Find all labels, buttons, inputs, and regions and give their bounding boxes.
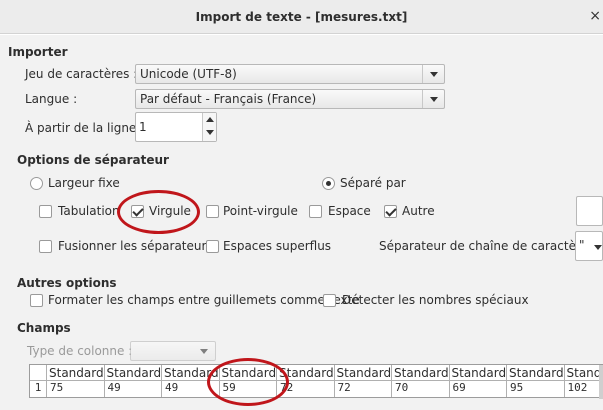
space-checkbox[interactable] bbox=[309, 205, 322, 218]
string-delimiter-label: Séparateur de chaîne de caractères : bbox=[379, 239, 603, 253]
semicolon-label[interactable]: Point-virgule bbox=[223, 204, 298, 218]
string-delimiter-value: " bbox=[579, 238, 585, 252]
title-bar: Import de texte - [mesures.txt] × bbox=[0, 0, 603, 34]
fixed-width-radio[interactable] bbox=[30, 177, 43, 190]
separator-heading: Options de séparateur bbox=[17, 153, 169, 167]
special-numbers-checkbox[interactable] bbox=[323, 294, 336, 307]
string-delimiter-select[interactable]: " bbox=[575, 231, 603, 261]
chevron-up-icon[interactable] bbox=[206, 117, 214, 122]
spinner-buttons[interactable] bbox=[202, 113, 216, 141]
grid-column[interactable]: Standard102 bbox=[563, 365, 603, 397]
cell-value: 72 bbox=[337, 381, 351, 394]
row-number: 1 bbox=[34, 381, 42, 394]
window-title: Import de texte - [mesures.txt] bbox=[195, 10, 408, 24]
annotation-circle-value bbox=[207, 358, 289, 406]
chevron-down-icon bbox=[594, 245, 602, 250]
cell-value: 75 bbox=[50, 381, 64, 394]
from-line-value: 1 bbox=[139, 120, 147, 134]
semicolon-checkbox[interactable] bbox=[206, 205, 219, 218]
grid-scrollbar[interactable] bbox=[599, 365, 603, 399]
grid-column[interactable]: Standard 72 bbox=[333, 365, 392, 397]
annotation-circle-comma bbox=[117, 190, 200, 234]
charset-label: Jeu de caractères : bbox=[25, 67, 138, 81]
column-type-select[interactable] bbox=[130, 341, 216, 361]
column-header[interactable]: Standard bbox=[337, 366, 392, 380]
chevron-down-icon[interactable] bbox=[206, 130, 214, 135]
column-header[interactable]: Standard bbox=[394, 366, 449, 380]
language-value: Par défaut - Français (France) bbox=[140, 92, 317, 106]
grid-column[interactable]: Standard 75 bbox=[46, 365, 104, 397]
preview-grid[interactable]: 1 Standard 75 Standard 49 Standard 49 Standard… bbox=[29, 364, 603, 398]
cell-value: 49 bbox=[165, 381, 179, 394]
fixed-width-label[interactable]: Largeur fixe bbox=[48, 176, 120, 190]
grid-column[interactable]: Standard 49 bbox=[103, 365, 162, 397]
cell-value: 102 bbox=[567, 381, 588, 394]
chevron-down-icon bbox=[193, 342, 215, 360]
grid-column[interactable]: Standard 69 bbox=[448, 365, 507, 397]
separated-by-radio[interactable] bbox=[322, 177, 335, 190]
merge-separators-label[interactable]: Fusionner les séparateurs bbox=[58, 239, 213, 253]
tab-checkbox[interactable] bbox=[39, 205, 52, 218]
language-select[interactable]: Par défaut - Français (France) bbox=[135, 89, 445, 109]
column-type-label: Type de colonne : bbox=[27, 344, 133, 358]
other-options-heading: Autres options bbox=[17, 276, 117, 290]
cell-value: 70 bbox=[395, 381, 409, 394]
quoted-as-text-checkbox[interactable] bbox=[30, 294, 43, 307]
special-numbers-label[interactable]: Détecter les nombres spéciaux bbox=[342, 293, 529, 307]
import-heading: Importer bbox=[8, 45, 68, 59]
column-header[interactable]: Standard bbox=[509, 366, 564, 380]
grid-column[interactable]: Standard 95 bbox=[506, 365, 564, 397]
close-icon[interactable]: × bbox=[589, 8, 601, 24]
grid-column[interactable]: Standard 70 bbox=[391, 365, 449, 397]
trim-spaces-label[interactable]: Espaces superflus bbox=[223, 239, 331, 253]
separated-by-label[interactable]: Séparé par bbox=[340, 176, 406, 190]
charset-select[interactable]: Unicode (UTF-8) bbox=[135, 64, 445, 84]
other-separator-input[interactable] bbox=[576, 196, 603, 226]
tab-label[interactable]: Tabulation bbox=[58, 204, 120, 218]
merge-separators-checkbox[interactable] bbox=[39, 240, 52, 253]
chevron-down-icon bbox=[422, 65, 444, 83]
column-header[interactable]: Standard bbox=[452, 366, 507, 380]
cell-value: 49 bbox=[107, 381, 121, 394]
space-label[interactable]: Espace bbox=[328, 204, 371, 218]
language-label: Langue : bbox=[25, 92, 78, 106]
column-header[interactable]: Standard bbox=[107, 366, 162, 380]
other-checkbox[interactable] bbox=[384, 205, 397, 218]
cell-value: 95 bbox=[510, 381, 524, 394]
from-line-spinner[interactable]: 1 bbox=[135, 112, 217, 142]
other-label[interactable]: Autre bbox=[402, 204, 435, 218]
from-line-label: À partir de la ligne : bbox=[25, 121, 145, 135]
charset-value: Unicode (UTF-8) bbox=[140, 67, 237, 81]
column-header[interactable]: Standard bbox=[567, 366, 603, 380]
fields-heading: Champs bbox=[17, 321, 71, 335]
trim-spaces-checkbox[interactable] bbox=[206, 240, 219, 253]
column-header[interactable]: Standard bbox=[49, 366, 104, 380]
cell-value: 69 bbox=[452, 381, 466, 394]
quoted-as-text-label[interactable]: Formater les champs entre guillemets com… bbox=[48, 293, 360, 307]
chevron-down-icon bbox=[422, 90, 444, 108]
